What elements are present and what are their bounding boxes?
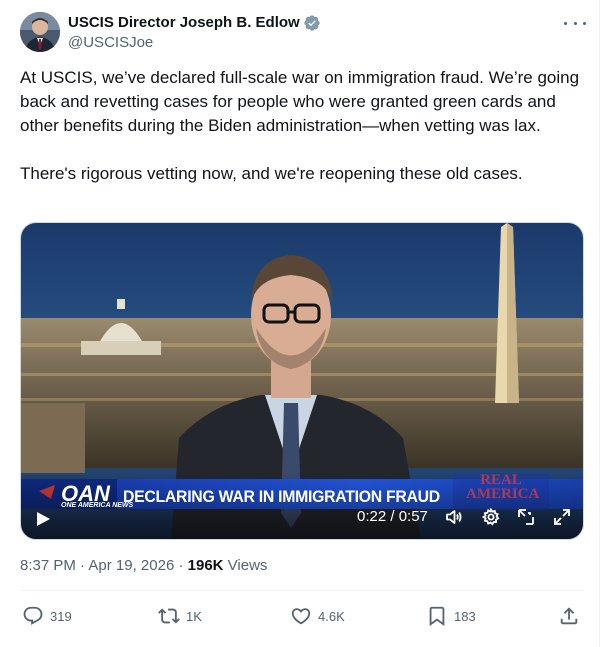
- picture-in-picture-icon[interactable]: [517, 508, 535, 526]
- name-row: USCIS Director Joseph B. Edlow: [68, 13, 321, 33]
- action-bar: 319 1K 4.6K 183: [20, 604, 584, 628]
- reply-icon: [23, 606, 43, 625]
- avatar-photo: [20, 12, 60, 52]
- tweet-text: At USCIS, we’ve declared full-scale war …: [20, 66, 588, 186]
- tweet-container: USCIS Director Joseph B. Edlow @USCISJoe…: [0, 0, 600, 647]
- chyron-text: DECLARING WAR IN IMMIGRATION FRAUD: [123, 487, 440, 506]
- avatar[interactable]: [20, 12, 60, 52]
- verified-badge-icon[interactable]: [303, 14, 321, 32]
- meta-separator: ·: [75, 557, 89, 574]
- more-options-icon[interactable]: [564, 14, 586, 32]
- fullscreen-icon[interactable]: [553, 508, 571, 526]
- play-icon[interactable]: [35, 511, 51, 527]
- post-time[interactable]: 8:37 PM: [20, 557, 76, 574]
- volume-icon[interactable]: [445, 508, 463, 526]
- video-time: 0:22 / 0:57: [357, 508, 428, 525]
- tweet-paragraph: There's rigorous vetting now, and we're …: [20, 164, 523, 183]
- show-logo: REAL AMERICA: [466, 472, 540, 502]
- display-name[interactable]: USCIS Director Joseph B. Edlow: [68, 13, 300, 33]
- user-handle[interactable]: @USCISJoe: [68, 33, 153, 53]
- bookmark-button[interactable]: 183: [426, 604, 476, 628]
- reply-count: 319: [50, 608, 72, 624]
- video-player[interactable]: OAN ONE AMERICA NEWS DECLARING WAR IN IM…: [20, 222, 584, 540]
- post-date[interactable]: Apr 19, 2026: [88, 557, 174, 574]
- divider: [20, 590, 584, 591]
- tweet-meta: 8:37 PM · Apr 19, 2026 · 196K Views: [20, 556, 267, 576]
- share-icon: [560, 607, 578, 625]
- views-count[interactable]: 196K: [188, 557, 224, 574]
- tweet-paragraph: At USCIS, we’ve declared full-scale war …: [20, 68, 580, 135]
- repost-button[interactable]: 1K: [158, 604, 202, 628]
- bookmark-icon: [429, 606, 445, 627]
- repost-icon: [158, 608, 180, 624]
- heart-icon: [291, 608, 311, 625]
- settings-gear-icon[interactable]: [481, 507, 500, 526]
- share-button[interactable]: [558, 604, 580, 628]
- tweet-header: USCIS Director Joseph B. Edlow @USCISJoe: [20, 12, 588, 52]
- bookmark-count: 183: [454, 608, 476, 624]
- meta-separator: ·: [174, 557, 188, 574]
- like-count: 4.6K: [318, 608, 345, 624]
- views-label: Views: [223, 557, 268, 574]
- like-button[interactable]: 4.6K: [290, 604, 345, 628]
- repost-count: 1K: [186, 608, 202, 624]
- reply-button[interactable]: 319: [22, 604, 72, 628]
